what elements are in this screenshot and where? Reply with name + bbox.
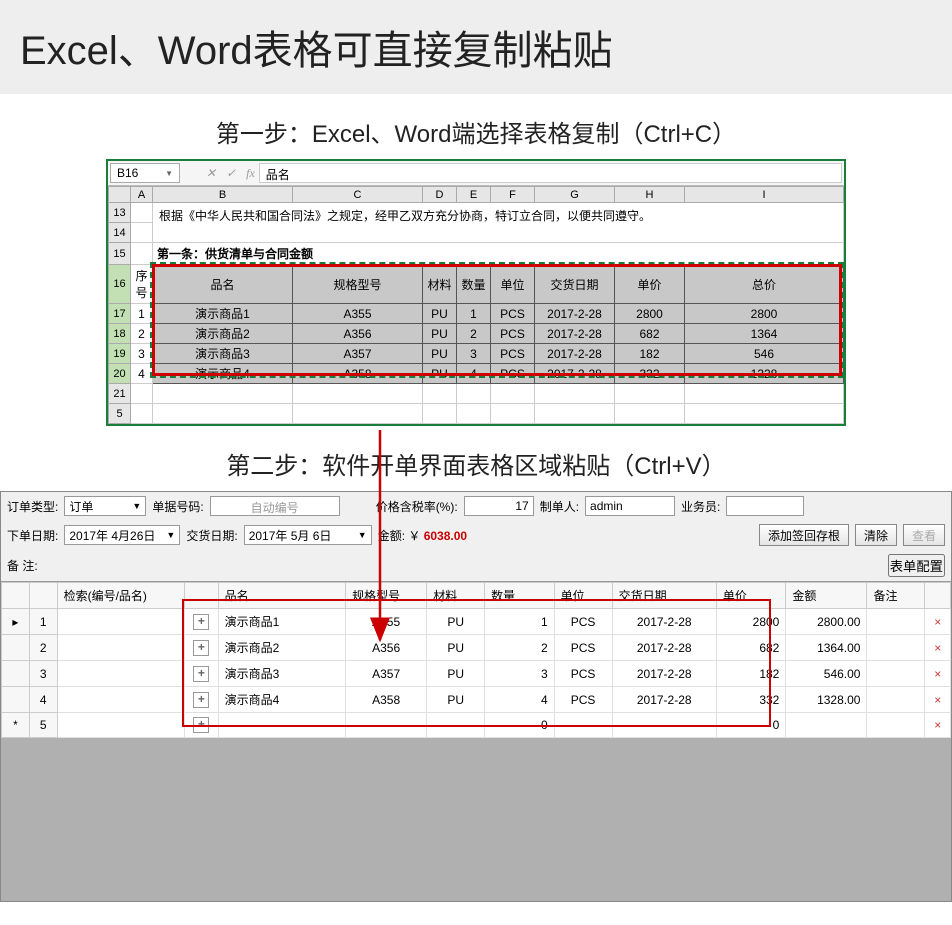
- cell-reference-box[interactable]: B16▼: [110, 163, 180, 183]
- deliver-date-label: 交货日期:: [186, 527, 237, 544]
- summary-row: * 5 + 0 0 ×: [2, 713, 951, 738]
- grid-data-row[interactable]: 2+演示商品2A356PU2PCS2017-2-286821364.00×: [2, 635, 951, 661]
- grid-data-row[interactable]: 3+演示商品3A357PU3PCS2017-2-28182546.00×: [2, 661, 951, 687]
- add-row-button[interactable]: +: [193, 614, 209, 630]
- view-button[interactable]: 查看: [903, 524, 945, 546]
- datagrid-area: 检索(编号/品名) 品名 规格型号 材料 数量 单位 交货日期 单价 金额 备注…: [1, 581, 951, 901]
- app-window: 订单类型: 订单▼ 单据号码: 自动编号 价格含税率(%): 17 制单人: a…: [0, 491, 952, 902]
- add-row-button[interactable]: +: [193, 692, 209, 708]
- notes-row: 备 注: 表单配置: [1, 550, 951, 581]
- excel-data-row[interactable]: 204演示商品4A358PU4PCS2017-2-283321328: [109, 364, 844, 384]
- formula-content[interactable]: 品名: [259, 163, 842, 183]
- excel-data-row[interactable]: 193演示商品3A357PU3PCS2017-2-28182546: [109, 344, 844, 364]
- salesman-input[interactable]: [726, 496, 804, 516]
- toolbar-row1: 订单类型: 订单▼ 单据号码: 自动编号 价格含税率(%): 17 制单人: a…: [1, 492, 951, 520]
- tax-rate-input[interactable]: 17: [464, 496, 534, 516]
- order-type-label: 订单类型:: [7, 498, 58, 515]
- add-row-button[interactable]: +: [193, 640, 209, 656]
- add-row-button[interactable]: +: [193, 717, 209, 733]
- toolbar-row2: 下单日期: 2017年 4月26日▼ 交货日期: 2017年 5月 6日▼ 金额…: [1, 520, 951, 550]
- excel-grid[interactable]: A B C D E F G H I 13 根据《中华人民共和国合同法》之规定，经…: [108, 186, 844, 424]
- maker-label: 制单人:: [540, 498, 579, 515]
- fx-icon[interactable]: fx: [246, 166, 255, 181]
- maker-input[interactable]: admin: [585, 496, 675, 516]
- add-sign-button[interactable]: 添加签回存根: [759, 524, 849, 546]
- delete-row-button[interactable]: ×: [925, 609, 951, 635]
- grid-data-row[interactable]: ▸1+演示商品1A355PU1PCS2017-2-2828002800.00×: [2, 609, 951, 635]
- banner-title: Excel、Word表格可直接复制粘贴: [0, 0, 952, 94]
- excel-data-row[interactable]: 171演示商品1A355PU1PCS2017-2-2828002800: [109, 304, 844, 324]
- notes-label: 备 注:: [7, 557, 38, 574]
- order-date-picker[interactable]: 2017年 4月26日▼: [64, 525, 180, 545]
- cancel-icon[interactable]: ✕: [206, 166, 216, 181]
- step2-label: 第二步：软件开单界面表格区域粘贴（Ctrl+V）: [0, 446, 952, 481]
- amount-label: 金额: ￥ 6038.00: [378, 527, 467, 544]
- excel-window: B16▼ ✕ ✓ fx 品名 A B C D E F G H I 13 根据《中…: [106, 159, 846, 426]
- check-icon[interactable]: ✓: [226, 166, 236, 181]
- form-config-button[interactable]: 表单配置: [888, 554, 945, 577]
- order-date-label: 下单日期:: [7, 527, 58, 544]
- add-row-button[interactable]: +: [193, 666, 209, 682]
- deliver-date-picker[interactable]: 2017年 5月 6日▼: [244, 525, 372, 545]
- formula-icons: ✕ ✓ fx: [206, 166, 255, 181]
- tax-rate-label: 价格含税率(%):: [376, 498, 458, 515]
- doc-no-input[interactable]: 自动编号: [210, 496, 340, 516]
- order-type-select[interactable]: 订单▼: [64, 496, 146, 516]
- delete-row-button[interactable]: ×: [925, 635, 951, 661]
- doc-no-label: 单据号码:: [152, 498, 203, 515]
- delete-row-button[interactable]: ×: [925, 713, 951, 738]
- delete-row-button[interactable]: ×: [925, 661, 951, 687]
- salesman-label: 业务员:: [681, 498, 720, 515]
- grid-data-row[interactable]: 4+演示商品4A358PU4PCS2017-2-283321328.00×: [2, 687, 951, 713]
- datagrid[interactable]: 检索(编号/品名) 品名 规格型号 材料 数量 单位 交货日期 单价 金额 备注…: [1, 582, 951, 738]
- step1-label: 第一步：Excel、Word端选择表格复制（Ctrl+C）: [0, 114, 952, 149]
- delete-row-button[interactable]: ×: [925, 687, 951, 713]
- clear-button[interactable]: 清除: [855, 524, 897, 546]
- excel-data-row[interactable]: 182演示商品2A356PU2PCS2017-2-286821364: [109, 324, 844, 344]
